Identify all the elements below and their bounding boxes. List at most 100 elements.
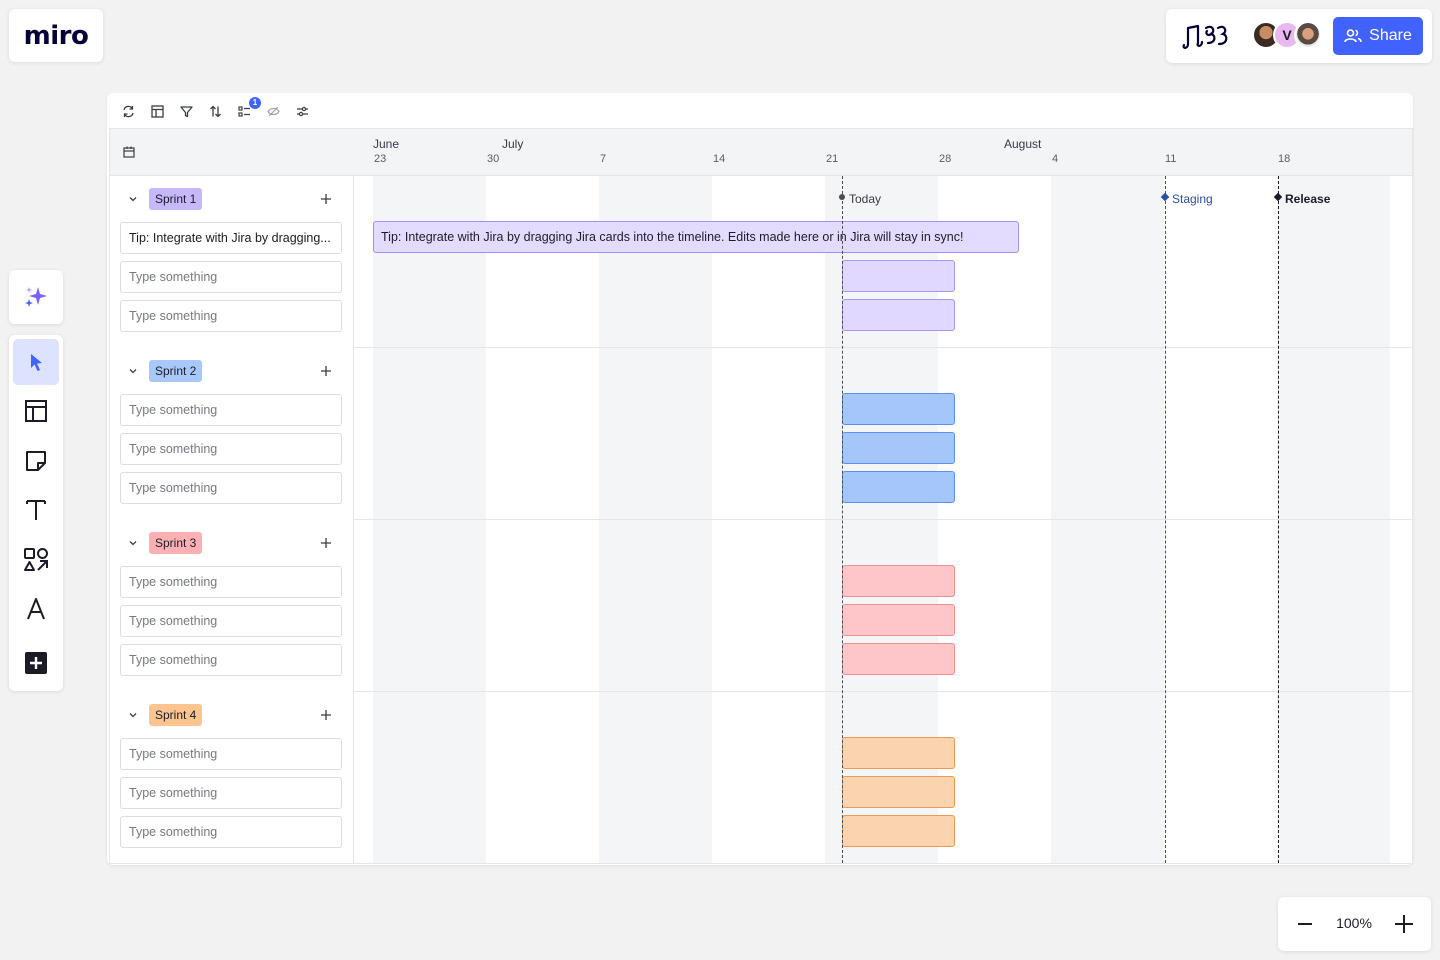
task-field[interactable]	[120, 394, 342, 426]
sticky-note-tool[interactable]	[13, 438, 59, 484]
timeline-widget[interactable]: 1 June July August 23 30 7 14 21 28 4 11…	[107, 93, 1413, 865]
calendar-icon[interactable]	[123, 146, 135, 158]
day-label: 28	[939, 153, 952, 165]
zoom-out-button[interactable]	[1289, 908, 1321, 940]
task-field[interactable]	[120, 222, 342, 254]
sort-icon	[209, 105, 221, 117]
share-button[interactable]: Share	[1333, 17, 1423, 55]
task-bar[interactable]	[842, 604, 955, 636]
sprint-tag[interactable]: Sprint 3	[149, 532, 203, 554]
sprint-tag[interactable]: Sprint 1	[149, 188, 203, 210]
task-field[interactable]	[120, 605, 342, 637]
sliders-icon	[296, 106, 308, 116]
zoom-controls: 100%	[1278, 897, 1431, 951]
more-tools-button[interactable]	[13, 640, 59, 686]
shapes-tool[interactable]	[13, 537, 59, 583]
task-field[interactable]	[120, 300, 342, 332]
shapes-icon	[24, 548, 48, 571]
add-icon	[25, 652, 47, 674]
list-icon	[237, 105, 250, 117]
task-bar[interactable]	[842, 471, 955, 503]
sticky-note-icon	[26, 451, 46, 471]
users-icon	[1344, 29, 1362, 43]
task-bar[interactable]	[842, 432, 955, 464]
task-field[interactable]	[120, 777, 342, 809]
day-label: 30	[487, 153, 500, 165]
staging-label[interactable]: Staging	[1172, 192, 1213, 206]
month-label: August	[1004, 137, 1042, 151]
layout-icon	[150, 104, 164, 118]
task-bar[interactable]	[842, 565, 955, 597]
task-bar[interactable]	[842, 643, 955, 675]
task-bar[interactable]	[842, 299, 955, 331]
plus-icon	[1395, 915, 1413, 933]
pen-tool[interactable]	[13, 586, 59, 632]
day-label: 21	[826, 153, 839, 165]
minus-icon	[1298, 923, 1312, 925]
filter-icon	[179, 105, 193, 117]
task-field[interactable]	[120, 566, 342, 598]
task-bar[interactable]	[842, 737, 955, 769]
layout-button[interactable]	[148, 102, 166, 120]
month-label: June	[373, 137, 400, 151]
day-label: 23	[374, 153, 387, 165]
task-field[interactable]	[120, 644, 342, 676]
select-cursor-icon	[31, 354, 42, 371]
staging-line	[1165, 176, 1166, 863]
task-field[interactable]	[120, 261, 342, 293]
text-tool[interactable]	[13, 487, 59, 533]
select-tool[interactable]	[13, 339, 59, 385]
today-label[interactable]: Today	[849, 192, 881, 206]
notification-badge: 1	[249, 97, 261, 109]
board-name-icon[interactable]	[1178, 19, 1232, 53]
timeline-header: June July August 23 30 7 14 21 28 4 11 1…	[110, 129, 1412, 176]
task-field[interactable]	[120, 433, 342, 465]
plus-icon[interactable]	[320, 709, 332, 721]
left-toolbar	[9, 335, 63, 691]
plus-icon[interactable]	[320, 537, 332, 549]
day-label: 14	[713, 153, 726, 165]
task-bar[interactable]	[842, 815, 955, 847]
task-bar[interactable]	[842, 393, 955, 425]
today-marker-dot	[839, 194, 845, 200]
zoom-in-button[interactable]	[1388, 908, 1420, 940]
chevron-down-icon[interactable]	[127, 365, 139, 377]
task-field[interactable]	[120, 816, 342, 848]
zoom-level[interactable]: 100%	[1332, 915, 1376, 931]
task-column: Sprint 1 Sprint 2 Sprint 3 Sprint 4	[110, 176, 354, 863]
sprint-tag[interactable]: Sprint 2	[149, 360, 203, 382]
refresh-icon	[122, 105, 134, 117]
task-bar[interactable]	[842, 776, 955, 808]
timeline-grid: June July August 23 30 7 14 21 28 4 11 1…	[109, 128, 1413, 864]
task-field[interactable]	[120, 472, 342, 504]
sort-button[interactable]	[206, 102, 224, 120]
refresh-button[interactable]	[119, 102, 137, 120]
task-field[interactable]	[120, 738, 342, 770]
templates-tool[interactable]	[13, 388, 59, 434]
task-bar[interactable]	[842, 260, 955, 292]
ai-assist-button[interactable]	[9, 270, 63, 324]
text-icon	[26, 500, 46, 520]
hide-button[interactable]	[264, 102, 282, 120]
plus-icon[interactable]	[320, 365, 332, 377]
day-label: 7	[600, 153, 607, 165]
sparkle-icon	[25, 287, 47, 307]
day-label: 18	[1278, 153, 1291, 165]
sprint-tag[interactable]: Sprint 4	[149, 704, 203, 726]
logo-text: miro	[23, 20, 89, 51]
miro-logo[interactable]: miro	[9, 9, 103, 62]
today-line	[842, 176, 843, 863]
chevron-down-icon[interactable]	[127, 709, 139, 721]
chevron-down-icon[interactable]	[127, 193, 139, 205]
chevron-down-icon[interactable]	[127, 537, 139, 549]
day-label: 4	[1052, 153, 1059, 165]
share-label: Share	[1369, 27, 1412, 44]
eye-off-icon	[266, 106, 280, 116]
tip-bar[interactable]: Tip: Integrate with Jira by dragging Jir…	[373, 221, 1019, 253]
release-label[interactable]: Release	[1285, 192, 1330, 206]
filter-button[interactable]	[177, 102, 195, 120]
collaborator-avatar[interactable]	[1294, 21, 1322, 49]
pen-icon	[27, 598, 45, 620]
plus-icon[interactable]	[320, 193, 332, 205]
settings-button[interactable]	[293, 102, 311, 120]
